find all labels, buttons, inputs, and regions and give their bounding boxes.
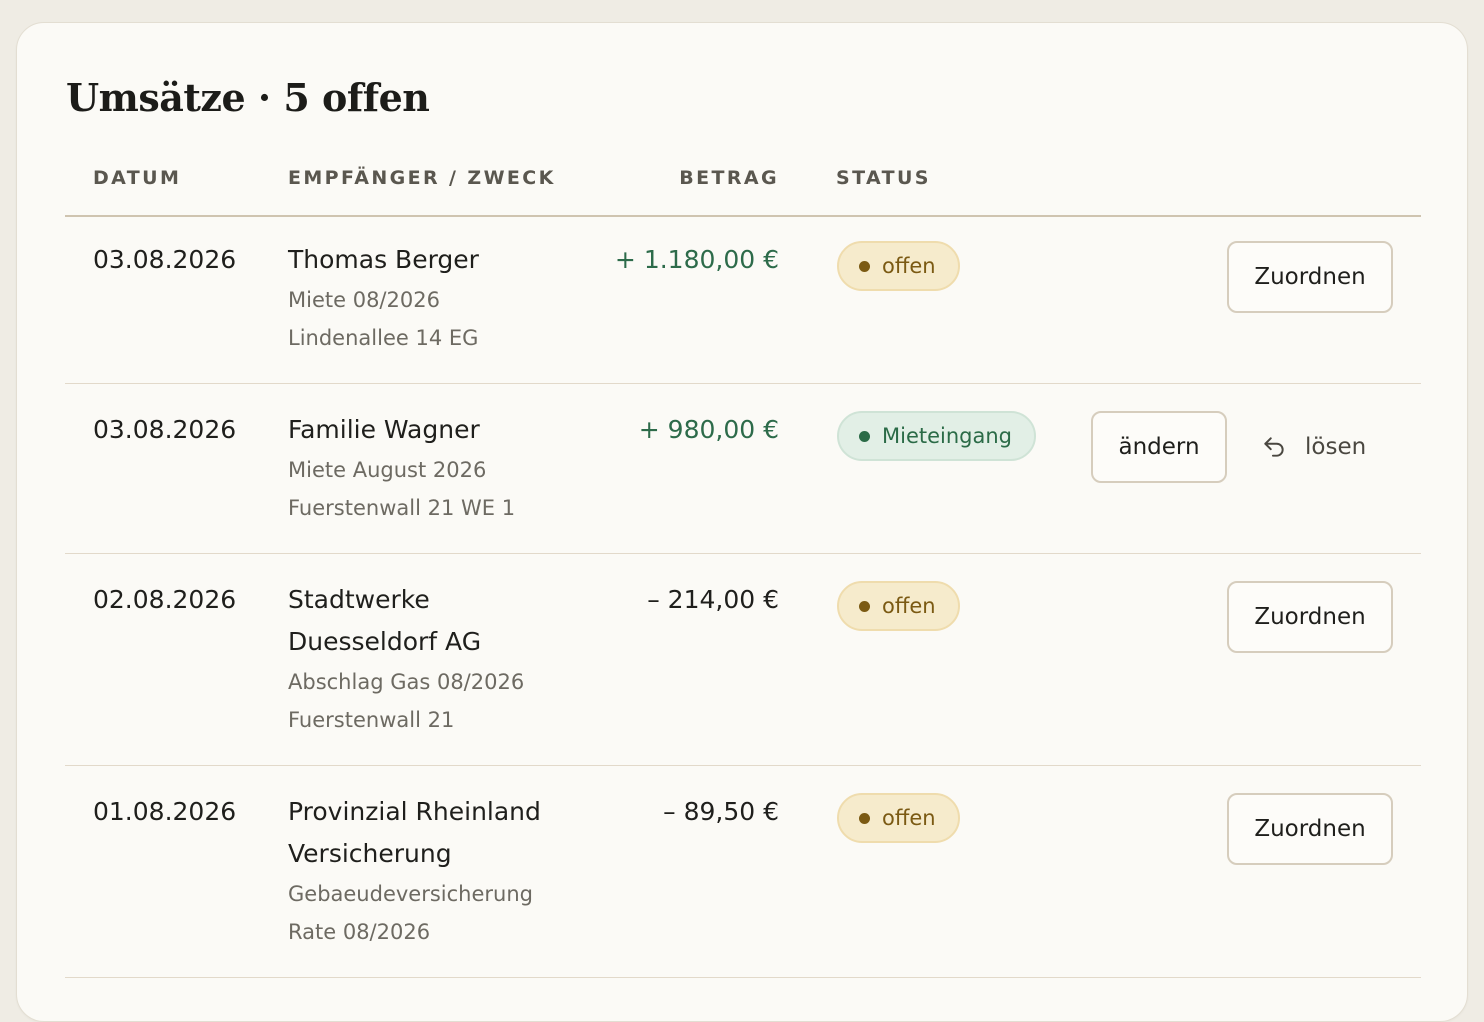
status-label: Mieteingang bbox=[882, 424, 1013, 448]
status-dot-icon bbox=[859, 260, 870, 272]
column-header-amount: BETRAG bbox=[679, 167, 779, 189]
payee-name-line: Duesseldorf AG bbox=[288, 627, 482, 656]
status-badge: Mieteingang bbox=[837, 411, 1037, 461]
payee-cell: Provinzial Rheinland Versicherung Gebaeu… bbox=[288, 797, 588, 951]
table-header: DATUM EMPFÄNGER / ZWECK BETRAG STATUS bbox=[65, 163, 1421, 217]
payee-property: Fuerstenwall 21 WE 1 bbox=[288, 496, 516, 520]
status-label: offen bbox=[882, 806, 936, 830]
transaction-date: 02.08.2026 bbox=[93, 585, 237, 614]
table-row: 02.08.2026 Stadtwerke Duesseldorf AG Abs… bbox=[65, 555, 1421, 766]
table-row: 01.08.2026 Provinzial Rheinland Versiche… bbox=[65, 767, 1421, 978]
transaction-amount: + 1.180,00 € bbox=[614, 245, 779, 274]
status-dot-icon bbox=[859, 600, 870, 612]
table-row: 03.08.2026 Thomas Berger Miete 08/2026 L… bbox=[65, 215, 1421, 384]
payee-name-line: Stadtwerke bbox=[288, 585, 430, 614]
payee-property: Lindenallee 14 EG bbox=[288, 326, 479, 350]
payee-property: Fuerstenwall 21 bbox=[288, 708, 455, 732]
transaction-date: 03.08.2026 bbox=[93, 415, 237, 444]
page-title: Umsätze · 5 offen bbox=[66, 75, 430, 120]
assign-button[interactable]: Zuordnen bbox=[1227, 581, 1393, 653]
transaction-amount: – 89,50 € bbox=[663, 797, 779, 826]
payee-name-line: Versicherung bbox=[288, 839, 452, 868]
payee-name: Stadtwerke Duesseldorf AG bbox=[288, 579, 588, 663]
status-badge: offen bbox=[837, 581, 960, 631]
column-header-date: DATUM bbox=[93, 167, 182, 189]
payee-property: Rate 08/2026 bbox=[288, 920, 431, 944]
payee-name: Thomas Berger bbox=[288, 245, 479, 274]
status-badge: offen bbox=[837, 793, 960, 843]
payee-purpose: Miete August 2026 bbox=[288, 458, 487, 482]
payee-name-line: Provinzial Rheinland bbox=[288, 797, 541, 826]
payee-purpose: Abschlag Gas 08/2026 bbox=[288, 670, 525, 694]
transaction-amount: + 980,00 € bbox=[638, 415, 779, 444]
status-badge: offen bbox=[837, 241, 960, 291]
change-button[interactable]: ändern bbox=[1091, 411, 1227, 483]
table-row: 03.08.2026 Familie Wagner Miete August 2… bbox=[65, 385, 1421, 554]
payee-name: Familie Wagner bbox=[288, 415, 480, 444]
undo-icon bbox=[1264, 437, 1284, 457]
payee-purpose: Miete 08/2026 bbox=[288, 288, 440, 312]
payee-cell: Thomas Berger Miete 08/2026 Lindenallee … bbox=[288, 245, 588, 357]
unlink-label: lösen bbox=[1305, 434, 1367, 460]
column-header-status: STATUS bbox=[836, 167, 931, 189]
status-label: offen bbox=[882, 254, 936, 278]
status-dot-icon bbox=[859, 812, 870, 824]
assign-button[interactable]: Zuordnen bbox=[1227, 793, 1393, 865]
column-header-payee: EMPFÄNGER / ZWECK bbox=[288, 167, 556, 189]
transaction-date: 03.08.2026 bbox=[93, 245, 237, 274]
payee-cell: Familie Wagner Miete August 2026 Fuerste… bbox=[288, 415, 588, 527]
status-label: offen bbox=[882, 594, 936, 618]
payee-cell: Stadtwerke Duesseldorf AG Abschlag Gas 0… bbox=[288, 585, 588, 739]
unlink-button[interactable]: lösen bbox=[1261, 411, 1366, 483]
transaction-amount: – 214,00 € bbox=[647, 585, 779, 614]
transactions-card: Umsätze · 5 offen DATUM EMPFÄNGER / ZWEC… bbox=[16, 22, 1468, 1022]
transaction-date: 01.08.2026 bbox=[93, 797, 237, 826]
assign-button[interactable]: Zuordnen bbox=[1227, 241, 1393, 313]
payee-purpose: Gebaeudeversicherung bbox=[288, 882, 533, 906]
status-dot-icon bbox=[859, 430, 870, 442]
payee-name: Provinzial Rheinland Versicherung bbox=[288, 791, 588, 875]
